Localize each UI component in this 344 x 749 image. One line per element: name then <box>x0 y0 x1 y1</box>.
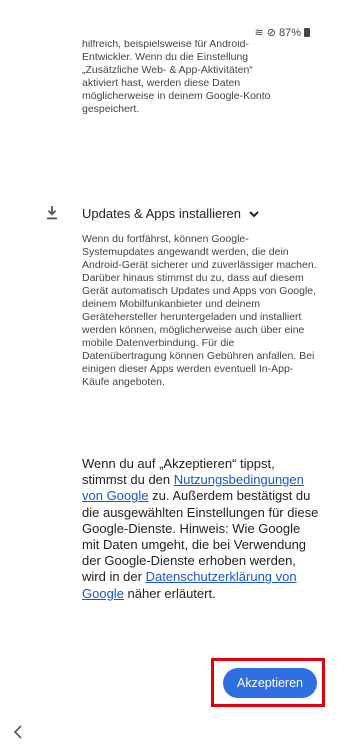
accept-button[interactable]: Akzeptieren <box>223 668 317 698</box>
do-not-disturb-icon: ⊘ <box>266 27 276 39</box>
consent-part3: näher erläutert. <box>123 585 216 601</box>
battery-icon <box>304 28 310 37</box>
consent-text: Wenn du auf „Akzeptieren“ tippst, stimms… <box>82 456 320 602</box>
wifi-icon: ≋ <box>254 27 264 39</box>
updates-title: Updates & Apps installieren <box>82 206 241 221</box>
chevron-down-icon[interactable] <box>247 207 261 221</box>
status-bar: ≋ ⊘ 87% <box>0 0 344 40</box>
battery-percent: 87% <box>278 26 301 39</box>
status-indicators: ≋ ⊘ 87% <box>255 26 310 39</box>
activity-description: hilfreich, beispielsweise für Android-En… <box>82 38 271 115</box>
back-icon[interactable] <box>10 722 26 742</box>
updates-section-header[interactable]: Updates & Apps installieren <box>82 206 261 221</box>
updates-description: Wenn du fortfährst, können Google-System… <box>82 233 317 388</box>
download-icon <box>47 206 57 220</box>
